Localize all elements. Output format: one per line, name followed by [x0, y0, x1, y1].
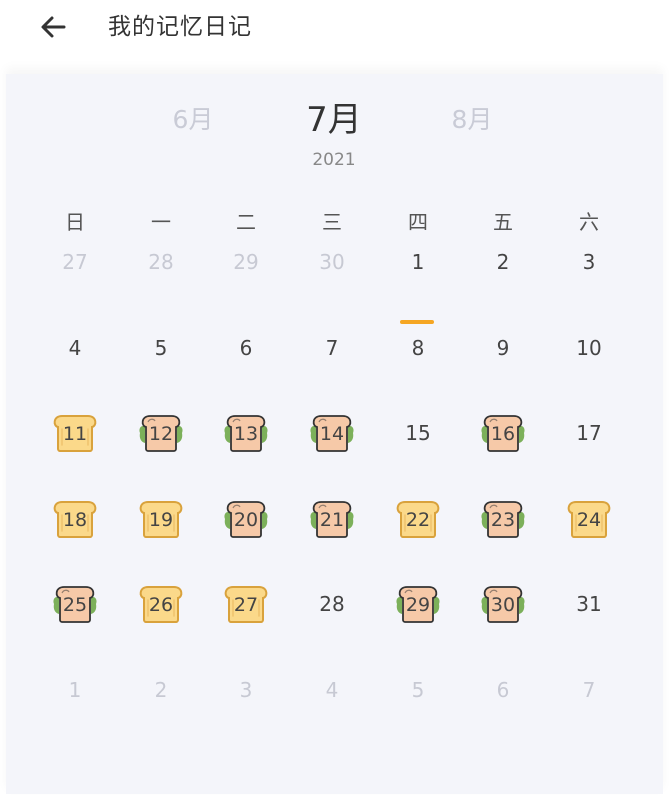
calendar-day[interactable]: 3 [546, 232, 632, 292]
day-number: 22 [405, 509, 431, 531]
current-year: 2021 [312, 150, 356, 170]
day-number: 17 [576, 421, 602, 445]
calendar-day[interactable]: 22 [375, 489, 461, 549]
calendar-day[interactable]: 8 [375, 318, 461, 378]
day-number: 1 [411, 250, 425, 274]
day-number: 9 [496, 336, 510, 360]
prev-month[interactable]: 6月 [143, 100, 243, 140]
day-number: 28 [319, 592, 345, 616]
day-number: 12 [148, 423, 174, 445]
day-number: 1 [68, 678, 82, 702]
day-number: 14 [319, 423, 345, 445]
calendar-day[interactable]: 7 [289, 318, 375, 378]
calendar-day[interactable]: 5 [118, 318, 204, 378]
calendar-day[interactable]: 25 [32, 574, 118, 634]
day-number: 23 [490, 509, 516, 531]
calendar-day[interactable]: 4 [32, 318, 118, 378]
day-number: 15 [405, 421, 431, 445]
day-number: 27 [62, 250, 88, 274]
calendar-day[interactable]: 17 [546, 403, 632, 463]
calendar-day[interactable]: 7 [546, 660, 632, 720]
calendar-day[interactable]: 11 [32, 403, 118, 463]
back-arrow-icon[interactable] [36, 10, 70, 44]
calendar-day[interactable]: 1 [375, 232, 461, 292]
calendar-day[interactable]: 19 [118, 489, 204, 549]
day-number: 3 [582, 250, 596, 274]
day-number: 7 [325, 336, 339, 360]
calendar-day[interactable]: 24 [546, 489, 632, 549]
day-number: 7 [582, 678, 596, 702]
day-number: 8 [411, 336, 425, 360]
day-number: 16 [490, 423, 516, 445]
day-number: 28 [148, 250, 174, 274]
day-number: 11 [62, 423, 88, 445]
day-number: 6 [496, 678, 510, 702]
calendar-day[interactable]: 23 [460, 489, 546, 549]
calendar-day[interactable]: 27 [32, 232, 118, 292]
day-number: 5 [154, 336, 168, 360]
calendar-day[interactable]: 27 [203, 574, 289, 634]
page-title: 我的记忆日记 [108, 14, 252, 40]
calendar-day[interactable]: 16 [460, 403, 546, 463]
day-number: 4 [68, 336, 82, 360]
calendar-day[interactable]: 21 [289, 489, 375, 549]
day-number: 30 [490, 594, 516, 616]
next-month[interactable]: 8月 [422, 100, 522, 140]
calendar-day[interactable]: 18 [32, 489, 118, 549]
day-number: 30 [319, 250, 345, 274]
calendar-day[interactable]: 30 [460, 574, 546, 634]
app-header: 我的记忆日记 [0, 0, 669, 72]
today-indicator [400, 320, 434, 324]
calendar-day[interactable]: 1 [32, 660, 118, 720]
day-number: 18 [62, 509, 88, 531]
calendar-day[interactable]: 31 [546, 574, 632, 634]
day-number: 29 [405, 594, 431, 616]
calendar-day[interactable]: 26 [118, 574, 204, 634]
calendar-day[interactable]: 6 [460, 660, 546, 720]
calendar-day[interactable]: 20 [203, 489, 289, 549]
day-number: 27 [233, 594, 259, 616]
calendar-day[interactable]: 4 [289, 660, 375, 720]
day-number: 21 [319, 509, 345, 531]
calendar-day[interactable]: 14 [289, 403, 375, 463]
day-number: 29 [233, 250, 259, 274]
day-number: 6 [239, 336, 253, 360]
day-number: 3 [239, 678, 253, 702]
calendar-day[interactable]: 2 [118, 660, 204, 720]
calendar-day[interactable]: 6 [203, 318, 289, 378]
calendar-day[interactable]: 10 [546, 318, 632, 378]
day-number: 24 [576, 509, 602, 531]
day-number: 2 [496, 250, 510, 274]
calendar-day[interactable]: 29 [203, 232, 289, 292]
day-number: 19 [148, 509, 174, 531]
day-number: 4 [325, 678, 339, 702]
day-number: 5 [411, 678, 425, 702]
day-number: 31 [576, 592, 602, 616]
calendar-day[interactable]: 9 [460, 318, 546, 378]
day-number: 13 [233, 423, 259, 445]
calendar-day[interactable]: 5 [375, 660, 461, 720]
calendar-day[interactable]: 13 [203, 403, 289, 463]
day-number: 20 [233, 509, 259, 531]
calendar-day[interactable]: 28 [289, 574, 375, 634]
calendar-day[interactable]: 30 [289, 232, 375, 292]
day-number: 2 [154, 678, 168, 702]
calendar-day[interactable]: 3 [203, 660, 289, 720]
calendar-day[interactable]: 29 [375, 574, 461, 634]
calendar-day[interactable]: 28 [118, 232, 204, 292]
current-month: 7月 [306, 100, 362, 140]
day-number: 25 [62, 594, 88, 616]
calendar-day[interactable]: 12 [118, 403, 204, 463]
calendar-day[interactable]: 15 [375, 403, 461, 463]
day-number: 26 [148, 594, 174, 616]
day-number: 10 [576, 336, 602, 360]
calendar-day[interactable]: 2 [460, 232, 546, 292]
